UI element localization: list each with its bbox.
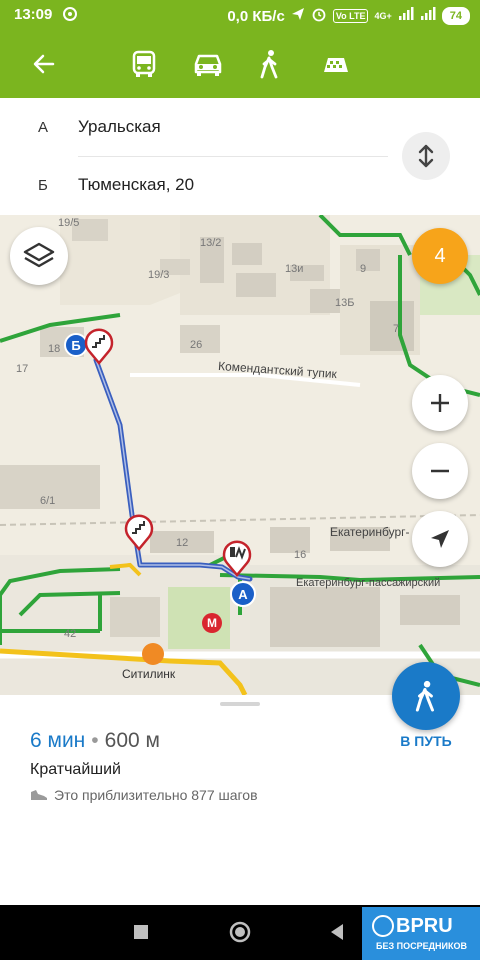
volte-badge: Vo LTE [332,9,369,23]
route-type: Кратчайший [30,761,121,778]
zoom-out-button[interactable] [412,443,468,499]
route-distance: 600 м [104,729,160,752]
route-summary: 6 мин • 600 м [30,729,160,753]
my-location-button[interactable] [412,511,468,567]
battery-level: 74 [441,7,470,25]
building-label: 9 [360,263,367,275]
home-button[interactable] [225,917,255,947]
building-label: 6/1 [40,495,56,507]
street-label-ekb: Екатеринбург- [330,525,410,539]
stairs-icon [84,328,114,365]
signal-icon-2 [420,7,436,25]
plus-icon [431,394,449,412]
building-label: 12 [176,537,189,549]
start-navigation-label[interactable]: В ПУТЬ [386,733,466,749]
building-label: 17 [16,363,29,375]
walk-icon [260,50,278,79]
arrow-left-icon [33,54,55,74]
walk-icon [415,680,434,712]
navigation-arrow-icon [431,530,449,548]
building-label: 16 [294,549,307,561]
route-duration: 6 мин [30,729,86,752]
entrance-marker[interactable] [222,537,252,582]
bpru-subtitle: БЕЗ ПОСРЕДНИКОВ [376,941,467,951]
swap-vertical-icon [418,144,434,168]
sheet-handle[interactable] [220,702,260,706]
bpru-watermark: BPRU БЕЗ ПОСРЕДНИКОВ [362,907,480,960]
route-from-row[interactable]: А Уральская [0,98,400,156]
back-button[interactable] [24,44,64,84]
transport-toolbar [0,30,480,98]
poi-citilink-label: Ситилинк [122,667,176,681]
route-from-address: Уральская [78,117,161,136]
route-from-letter: А [38,118,49,136]
route-start-marker[interactable]: А [230,581,256,607]
route-summary-sheet[interactable]: 6 мин • 600 м Кратчайший Это приблизительн… [0,662,480,905]
start-marker-label: А [230,581,256,607]
separator-dot: • [91,729,99,752]
car-icon [194,54,222,76]
building-label: 18 [48,343,61,355]
route-to-row[interactable]: Б Тюменская, 20 [0,156,400,214]
traffic-level-badge[interactable]: 4 [412,228,468,284]
map-canvas [0,215,480,695]
bpru-title: BPRU [396,915,453,937]
route-to-address: Тюменская, 20 [78,175,195,194]
building-label: 7 [393,323,400,335]
app-notification-icon [62,6,78,26]
route-panel: А Уральская Б Тюменская, 20 [0,98,480,215]
home-circle-icon [229,921,251,943]
minus-icon [431,469,449,473]
building-label: 19/5 [58,217,80,229]
recents-button[interactable] [126,917,156,947]
shop-icon[interactable] [142,643,164,665]
steps-text: Это приблизительно 877 шагов [54,787,258,803]
signal-icon [398,7,414,25]
mode-car-button[interactable] [188,44,228,84]
shoe-icon [31,790,47,800]
building-label: 13/2 [200,237,222,249]
layers-button[interactable] [10,227,68,285]
taxi-icon [324,58,348,72]
triangle-back-icon [331,924,343,940]
building-label: 13Б [335,297,355,309]
entrance-icon [222,540,252,577]
building-label: 42 [64,628,77,640]
mode-bus-button[interactable] [124,44,164,84]
network-type: 4G+ [374,11,392,21]
stairs-marker[interactable] [84,325,114,370]
layers-icon [23,242,55,268]
bpru-logo-icon [372,915,394,937]
zoom-in-button[interactable] [412,375,468,431]
building-label: 13и [285,263,304,275]
status-time: 13:09 [14,6,53,23]
swap-route-button[interactable] [402,132,450,180]
square-icon [134,925,148,939]
send-icon [291,7,305,25]
building-label: 26 [190,339,203,351]
mode-walk-button[interactable] [250,44,290,84]
start-navigation-button[interactable] [392,662,460,730]
bus-icon [132,50,156,77]
mode-taxi-button[interactable] [316,44,356,84]
status-bar: 13:09 0,0 КБ/с Vo LTE 4G+ 74 [0,0,480,30]
steps-info: Это приблизительно 877 шагов [30,787,258,803]
metro-icon[interactable]: M [202,613,222,633]
building-label: 19/3 [148,269,170,281]
street-label-ekb-passenger: Екатеринбург-пассажирский [296,577,441,589]
route-to-letter: Б [38,176,48,194]
map-view[interactable]: 19/5 13/2 19/3 13и 13Б 9 7 26 18 17 6/1 … [0,215,480,695]
stairs-icon [124,514,154,551]
alarm-icon [311,6,327,26]
back-nav-button[interactable] [322,917,352,947]
stairs-marker-2[interactable] [124,511,154,556]
network-speed: 0,0 КБ/с [227,7,285,25]
